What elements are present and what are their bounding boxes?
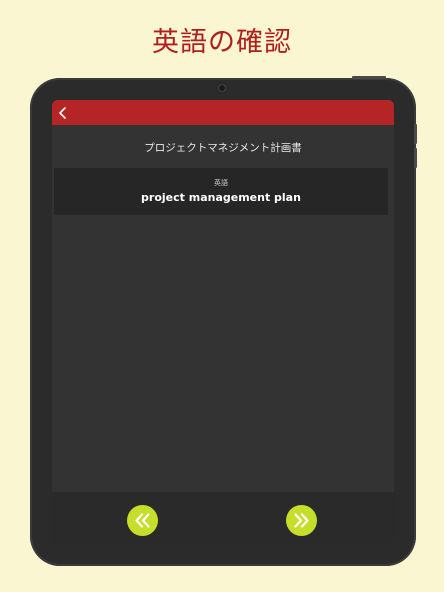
- nav-bar: [52, 100, 394, 125]
- chevron-left-icon[interactable]: [57, 105, 69, 119]
- camera: [219, 85, 225, 91]
- double-chevron-left-icon: [135, 513, 150, 528]
- page-headline: 英語の確認: [152, 27, 292, 58]
- english-translation: project management plan: [141, 191, 301, 204]
- translation-card: 英語 project management plan: [54, 168, 388, 215]
- volume-up-button: [414, 124, 417, 144]
- japanese-term: プロジェクトマネジメント計画書: [144, 142, 302, 154]
- double-chevron-right-icon: [294, 513, 309, 528]
- footer-bar: [52, 492, 394, 545]
- tablet-frame: プロジェクトマネジメント計画書 英語 project management pl…: [30, 76, 417, 566]
- app-screen: プロジェクトマネジメント計画書 英語 project management pl…: [52, 100, 394, 545]
- translation-label: 英語: [214, 179, 228, 187]
- power-button: [352, 76, 386, 79]
- volume-down-button: [414, 148, 417, 168]
- next-button[interactable]: [286, 505, 317, 536]
- previous-button[interactable]: [127, 505, 158, 536]
